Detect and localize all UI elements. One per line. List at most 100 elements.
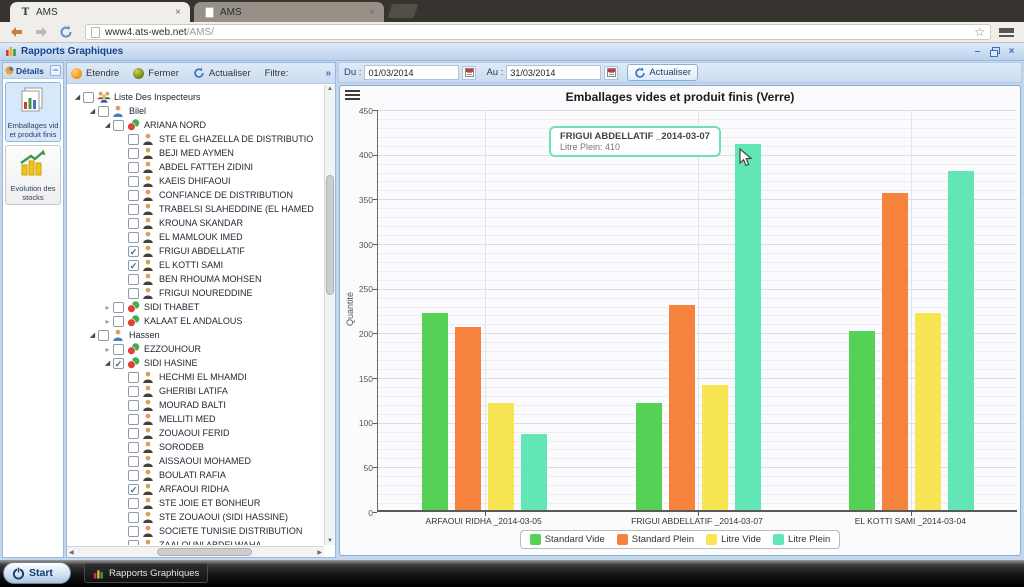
tree-checkbox[interactable] xyxy=(128,231,139,243)
tree-item-trabelsi-slaheddine-el-hamed[interactable]: TRABELSI SLAHEDDINE (EL HAMED xyxy=(68,202,323,216)
new-tab-button[interactable] xyxy=(387,4,419,18)
tree-checkbox[interactable] xyxy=(128,371,139,383)
collapse-node-icon[interactable]: ◢ xyxy=(72,93,83,101)
tree-checkbox[interactable] xyxy=(98,329,109,341)
chart-refresh-button[interactable]: Actualiser xyxy=(627,64,699,81)
bar-litre-vide-frigui-abdellatif-2014-03-07[interactable] xyxy=(701,384,728,510)
bookmark-star-icon[interactable]: ☆ xyxy=(974,26,985,38)
scrollbar-thumb[interactable] xyxy=(157,548,252,556)
restore-icon[interactable] xyxy=(988,46,1001,58)
tree-item-abdel-fatteh-zidini[interactable]: ABDEL FATTEH ZIDINI xyxy=(68,160,323,174)
date-to-input[interactable]: 31/03/2014 xyxy=(506,65,602,80)
browser-tab-active[interactable]: T AMS × xyxy=(10,2,190,22)
tree-item-ste-el-ghazella-de-distributio[interactable]: STE EL GHAZELLA DE DISTRIBUTIO xyxy=(68,132,323,146)
collapse-node-icon[interactable]: ◢ xyxy=(102,121,113,129)
tree-checkbox[interactable]: ✓ xyxy=(128,245,139,257)
tree-checkbox[interactable] xyxy=(128,441,139,453)
tree-checkbox[interactable]: ✓ xyxy=(128,259,139,271)
tree-item-arfaoui-ridha[interactable]: ✓ ARFAOUI RIDHA xyxy=(68,482,323,496)
collapse-all-button[interactable]: Fermer xyxy=(148,68,179,79)
tree-item-sidi-hasine[interactable]: ◢ ✓ SIDI HASINE xyxy=(68,356,323,370)
expand-node-icon[interactable]: ▸ xyxy=(102,303,113,312)
bar-standard-plein-el-kotti-sami-2014-03-04[interactable] xyxy=(881,192,908,510)
tree-item-liste-des-inspecteurs[interactable]: ◢ Liste Des Inspecteurs xyxy=(68,90,323,104)
tree-checkbox[interactable] xyxy=(128,427,139,439)
tree-checkbox[interactable] xyxy=(128,203,139,215)
tree-item-zouaoui-ferid[interactable]: ZOUAOUI FERID xyxy=(68,426,323,440)
expand-node-icon[interactable]: ▸ xyxy=(102,317,113,326)
tree-item-ezzouhour[interactable]: ▸ EZZOUHOUR xyxy=(68,342,323,356)
scroll-up-icon[interactable]: ▲ xyxy=(325,86,335,92)
expand-all-icon[interactable] xyxy=(71,67,82,79)
tree-item-sorodeb[interactable]: SORODEB xyxy=(68,440,323,454)
tree-item-ben-rhouma-mohsen[interactable]: BEN RHOUMA MOHSEN xyxy=(68,272,323,286)
tree-item-boulati-rafia[interactable]: BOULATI RAFIA xyxy=(68,468,323,482)
collapse-node-icon[interactable]: ◢ xyxy=(87,107,98,115)
tree-item-societe-tunisie-distribution[interactable]: SOCIETE TUNISIE DISTRIBUTION xyxy=(68,524,323,538)
tree-checkbox[interactable] xyxy=(113,315,124,327)
forward-icon[interactable] xyxy=(32,24,50,40)
bar-standard-vide-arfaoui-ridha-2014-03-05[interactable] xyxy=(422,313,449,510)
back-icon[interactable] xyxy=(7,24,25,40)
tree-checkbox[interactable]: ✓ xyxy=(128,483,139,495)
tree-item-frigui-abdellatif[interactable]: ✓ FRIGUI ABDELLATIF xyxy=(68,244,323,258)
bar-litre-plein-el-kotti-sami-2014-03-04[interactable] xyxy=(947,170,974,510)
collapse-panel-icon[interactable]: − xyxy=(50,65,61,76)
legend-item-litre-vide[interactable]: Litre Vide xyxy=(706,534,761,545)
tree-item-ariana-nord[interactable]: ◢ ARIANA NORD xyxy=(68,118,323,132)
tree-checkbox[interactable] xyxy=(128,147,139,159)
tree-checkbox[interactable] xyxy=(113,119,124,131)
tree-checkbox[interactable] xyxy=(83,91,94,103)
tree-item-ste-joie-et-bonheur[interactable]: STE JOIE ET BONHEUR xyxy=(68,496,323,510)
tree-item-ste-zouaoui-sidi-hassine[interactable]: STE ZOUAOUI (SIDI HASSINE) xyxy=(68,510,323,524)
overflow-chevron-icon[interactable]: » xyxy=(325,68,331,79)
tree-checkbox[interactable] xyxy=(128,469,139,481)
bar-litre-vide-arfaoui-ridha-2014-03-05[interactable] xyxy=(488,402,515,510)
tree-item-frigui-noureddine[interactable]: FRIGUI NOUREDDINE xyxy=(68,286,323,300)
bar-litre-plein-arfaoui-ridha-2014-03-05[interactable] xyxy=(521,434,548,510)
collapse-node-icon[interactable]: ◢ xyxy=(87,331,98,339)
calendar-icon[interactable] xyxy=(604,65,619,80)
browser-menu-icon[interactable] xyxy=(999,27,1014,37)
tree-item-zaalouni-abdelwaha[interactable]: ZAALOUNI ABDELWAHA xyxy=(68,538,323,545)
tree-checkbox[interactable] xyxy=(98,105,109,117)
legend-item-standard-vide[interactable]: Standard Vide xyxy=(529,534,605,545)
expand-all-button[interactable]: Etendre xyxy=(86,68,119,79)
tree-item-sidi-thabet[interactable]: ▸ SIDI THABET xyxy=(68,300,323,314)
tree-item-melliti-med[interactable]: MELLITI MED xyxy=(68,412,323,426)
bar-standard-vide-el-kotti-sami-2014-03-04[interactable] xyxy=(848,331,875,510)
minimize-icon[interactable]: – xyxy=(971,46,984,58)
bar-standard-vide-frigui-abdellatif-2014-03-07[interactable] xyxy=(635,402,662,510)
nav-card-emballages[interactable]: Emballages vid et produit finis xyxy=(5,82,61,142)
tree-item-confiance-de-distribution[interactable]: CONFIANCE DE DISTRIBUTION xyxy=(68,188,323,202)
bar-litre-plein-frigui-abdellatif-2014-03-07[interactable] xyxy=(734,143,761,510)
scrollbar-thumb[interactable] xyxy=(326,175,334,295)
tree-item-hechmi-el-mhamdi[interactable]: HECHMI EL MHAMDI xyxy=(68,370,323,384)
tree-item-hassen[interactable]: ◢ Hassen xyxy=(68,328,323,342)
collapse-node-icon[interactable]: ◢ xyxy=(102,359,113,367)
browser-tab-inactive[interactable]: AMS × xyxy=(194,2,384,22)
tree-checkbox[interactable] xyxy=(128,511,139,523)
taskbar-item-rapports[interactable]: Rapports Graphiques xyxy=(84,563,209,583)
tree-checkbox[interactable] xyxy=(128,161,139,173)
tree-item-beji-med-aymen[interactable]: BEJI MED AYMEN xyxy=(68,146,323,160)
date-from-input[interactable]: 01/03/2014 xyxy=(364,65,460,80)
tree-checkbox[interactable] xyxy=(128,399,139,411)
scroll-right-icon[interactable]: ▶ xyxy=(317,549,322,556)
tree-horizontal-scrollbar[interactable]: ◀ ▶ xyxy=(67,546,324,557)
tree-checkbox[interactable]: ✓ xyxy=(113,357,124,369)
tree-item-bilel[interactable]: ◢ Bilel xyxy=(68,104,323,118)
url-bar[interactable]: www4.ats-web.net /AMS/ ☆ xyxy=(85,24,991,40)
tab-close-icon[interactable]: × xyxy=(172,7,184,18)
tree-checkbox[interactable] xyxy=(128,287,139,299)
close-icon[interactable]: × xyxy=(1005,46,1018,58)
tree-item-krouna-skandar[interactable]: KROUNA SKANDAR xyxy=(68,216,323,230)
calendar-icon[interactable] xyxy=(462,65,477,80)
tree-checkbox[interactable] xyxy=(128,497,139,509)
tree-item-mourad-balti[interactable]: MOURAD BALTI xyxy=(68,398,323,412)
reload-icon[interactable] xyxy=(57,24,75,40)
tree-checkbox[interactable] xyxy=(128,175,139,187)
nav-card-evolution[interactable]: Evolution des stocks xyxy=(5,145,61,205)
tree-item-kalaat-el-andalous[interactable]: ▸ KALAAT EL ANDALOUS xyxy=(68,314,323,328)
bar-litre-vide-el-kotti-sami-2014-03-04[interactable] xyxy=(914,313,941,510)
